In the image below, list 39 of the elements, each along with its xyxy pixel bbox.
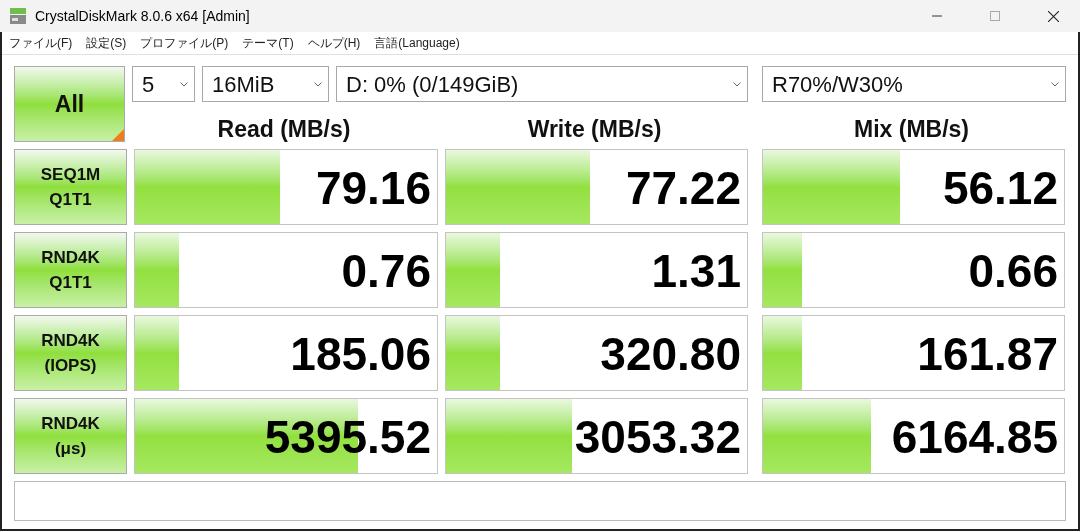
result-value: 161.87	[917, 327, 1058, 382]
chevron-down-icon	[180, 81, 188, 87]
test-button[interactable]: RND4K (IOPS)	[14, 315, 127, 391]
window-title: CrystalDiskMark 8.0.6 x64 [Admin]	[35, 6, 250, 26]
maximize-icon[interactable]	[990, 11, 1000, 21]
result-value: 6164.85	[891, 410, 1058, 465]
column-header: Read (MB/s)	[217, 115, 351, 145]
menu-item[interactable]: ヘルプ(H)	[307, 34, 361, 52]
menu-item[interactable]: テーマ(T)	[242, 34, 294, 52]
comment-field[interactable]	[14, 481, 1066, 521]
chevron-down-icon	[733, 81, 741, 87]
app-icon	[9, 7, 27, 25]
chevron-down-icon	[1051, 81, 1059, 87]
dropdown[interactable]: 5	[132, 66, 195, 102]
menu-item[interactable]: ファイル(F)	[9, 34, 73, 52]
corner-icon	[112, 129, 124, 141]
test-button[interactable]: RND4K (μs)	[14, 398, 127, 474]
test-button[interactable]: SEQ1M Q1T1	[14, 149, 127, 225]
menu-item[interactable]: プロファイル(P)	[140, 34, 229, 52]
result-value: 320.80	[600, 327, 741, 382]
result-value: 77.22	[625, 161, 741, 216]
result-value: 185.06	[290, 327, 431, 382]
menu-item[interactable]: 設定(S)	[86, 34, 127, 52]
result-value: 3053.32	[574, 410, 741, 465]
test-button[interactable]: RND4K Q1T1	[14, 232, 127, 308]
result-value: 79.16	[315, 161, 431, 216]
dropdown[interactable]: D: 0% (0/149GiB)	[336, 66, 748, 102]
column-header: Write (MB/s)	[527, 115, 662, 145]
result-value: 56.12	[942, 161, 1058, 216]
result-value: 0.76	[341, 244, 431, 299]
close-icon[interactable]	[1047, 10, 1059, 22]
all-button[interactable]: All	[14, 66, 125, 142]
result-value: 0.66	[968, 244, 1058, 299]
column-header: Mix (MB/s)	[854, 115, 969, 145]
dropdown[interactable]: R70%/W30%	[762, 66, 1066, 102]
result-value: 1.31	[651, 244, 741, 299]
dropdown[interactable]: 16MiB	[202, 66, 329, 102]
menu-item[interactable]: 言語(Language)	[374, 34, 460, 52]
chevron-down-icon	[314, 81, 322, 87]
